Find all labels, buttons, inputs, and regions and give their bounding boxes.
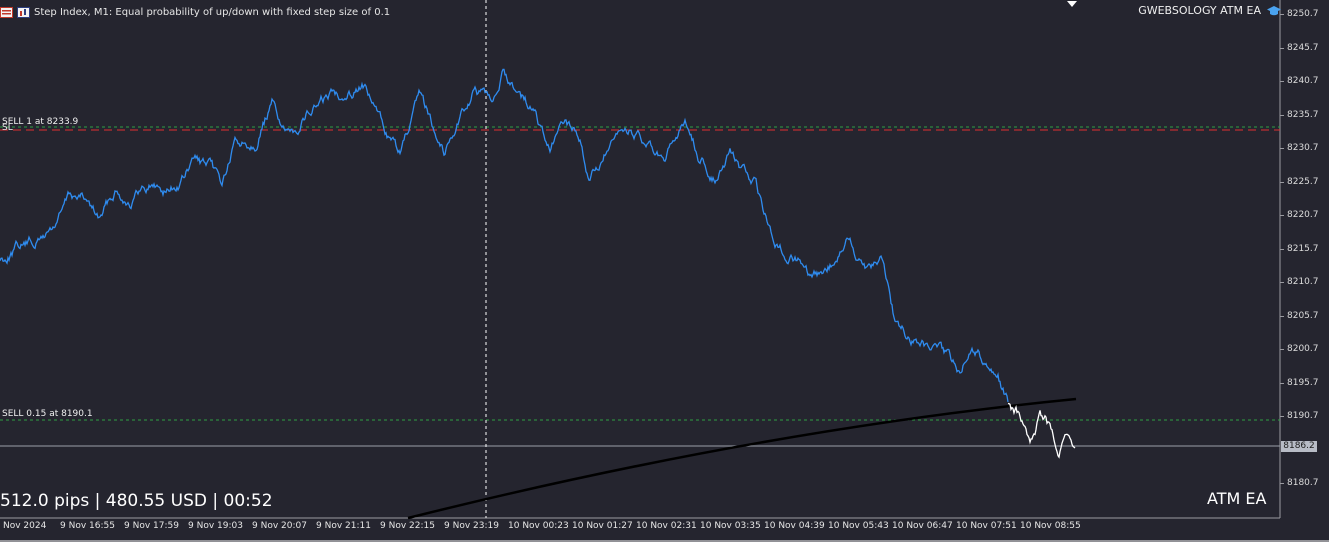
time-tick-label: 9 Nov 21:11 <box>316 521 371 531</box>
time-tick-label: 10 Nov 02:31 <box>636 521 697 531</box>
sl-label: SL <box>2 123 13 133</box>
price-chart[interactable] <box>0 0 1329 542</box>
price-tick-label: 8200.7 <box>1287 344 1319 354</box>
price-tick-label: 8205.7 <box>1287 311 1319 321</box>
ea-name-text: GWEBSOLOGY ATM EA <box>1138 4 1261 17</box>
time-tick-label: 10 Nov 07:51 <box>956 521 1017 531</box>
time-tick-label: 10 Nov 04:39 <box>764 521 825 531</box>
chart-header: Step Index, M1: Equal probability of up/… <box>0 3 390 21</box>
price-tick-label: 8210.7 <box>1287 277 1319 287</box>
price-tick-label: 8180.7 <box>1287 478 1319 488</box>
price-tick-label: 8195.7 <box>1287 378 1319 388</box>
time-tick-label: 10 Nov 08:55 <box>1020 521 1081 531</box>
symbol-description: Step Index, M1: Equal probability of up/… <box>34 6 391 18</box>
time-tick-label: 10 Nov 06:47 <box>892 521 953 531</box>
time-tick-label: Nov 2024 <box>3 521 47 531</box>
price-tick-label: 8240.7 <box>1287 76 1319 86</box>
pips-status: 512.0 pips | 480.55 USD | 00:52 <box>0 491 273 511</box>
time-tick-label: 9 Nov 23:19 <box>444 521 499 531</box>
time-tick-label: 9 Nov 16:55 <box>60 521 115 531</box>
price-tick-label: 8230.7 <box>1287 143 1319 153</box>
atm-ea-label: ATM EA <box>1207 489 1267 508</box>
current-price-tag: 8186.2 <box>1281 441 1317 452</box>
price-tick-label: 8215.7 <box>1287 244 1319 254</box>
time-tick-label: 10 Nov 00:23 <box>508 521 569 531</box>
price-tick-label: 8220.7 <box>1287 210 1319 220</box>
price-tick-label: 8245.7 <box>1287 43 1319 53</box>
price-tick-label: 8190.7 <box>1287 411 1319 421</box>
price-tick-label: 8235.7 <box>1287 110 1319 120</box>
ea-name-label[interactable]: GWEBSOLOGY ATM EA <box>1138 4 1281 17</box>
price-tick-label: 8225.7 <box>1287 177 1319 187</box>
price-tick-label: 8250.7 <box>1287 9 1319 19</box>
time-tick-label: 9 Nov 17:59 <box>124 521 179 531</box>
time-tick-label: 10 Nov 05:43 <box>828 521 889 531</box>
time-tick-label: 10 Nov 03:35 <box>700 521 761 531</box>
menu-icon[interactable] <box>0 6 13 18</box>
chart-type-icon[interactable] <box>17 6 30 18</box>
sell-1-label: SELL 1 at 8233.9 <box>2 117 79 127</box>
time-tick-label: 9 Nov 22:15 <box>380 521 435 531</box>
sell-2-label: SELL 0.15 at 8190.1 <box>2 409 93 419</box>
shift-marker-icon[interactable] <box>1067 1 1077 7</box>
time-tick-label: 10 Nov 01:27 <box>572 521 633 531</box>
time-tick-label: 9 Nov 19:03 <box>188 521 243 531</box>
graduation-cap-icon <box>1267 5 1281 15</box>
time-tick-label: 9 Nov 20:07 <box>252 521 307 531</box>
